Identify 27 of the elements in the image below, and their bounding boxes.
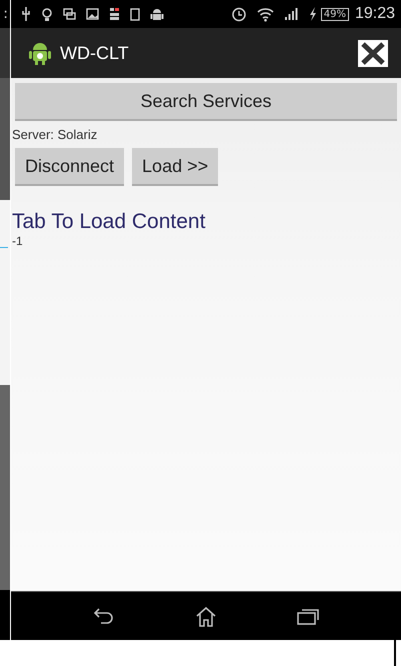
windows-icon xyxy=(63,8,76,20)
status-fragment: : xyxy=(3,6,8,22)
close-icon[interactable] xyxy=(358,40,388,66)
home-icon[interactable] xyxy=(195,606,217,626)
sim-icon xyxy=(109,7,120,21)
server-label: Server: Solariz xyxy=(12,127,98,142)
content-value: -1 xyxy=(12,234,23,248)
clock-time: 19:23 xyxy=(354,5,395,23)
charging-icon xyxy=(308,7,317,21)
load-button[interactable]: Load >> xyxy=(132,148,218,186)
square-icon xyxy=(130,8,140,20)
recent-apps-icon[interactable] xyxy=(297,607,321,625)
signal-icon xyxy=(284,7,299,21)
alarm-icon xyxy=(230,6,247,22)
app-title: WD-CLT xyxy=(60,42,129,64)
battery-level: 49% xyxy=(320,8,349,20)
disconnect-button[interactable]: Disconnect xyxy=(15,148,124,186)
wifi-icon xyxy=(256,6,274,22)
search-services-button[interactable]: Search Services xyxy=(15,83,397,121)
bulb-icon xyxy=(41,6,53,22)
divider-line xyxy=(0,247,8,248)
android-icon xyxy=(150,6,164,22)
android-icon xyxy=(29,41,51,65)
usb-icon xyxy=(21,6,31,22)
content-heading[interactable]: Tab To Load Content xyxy=(12,210,206,234)
image-icon xyxy=(86,8,99,20)
back-icon[interactable] xyxy=(91,608,115,624)
